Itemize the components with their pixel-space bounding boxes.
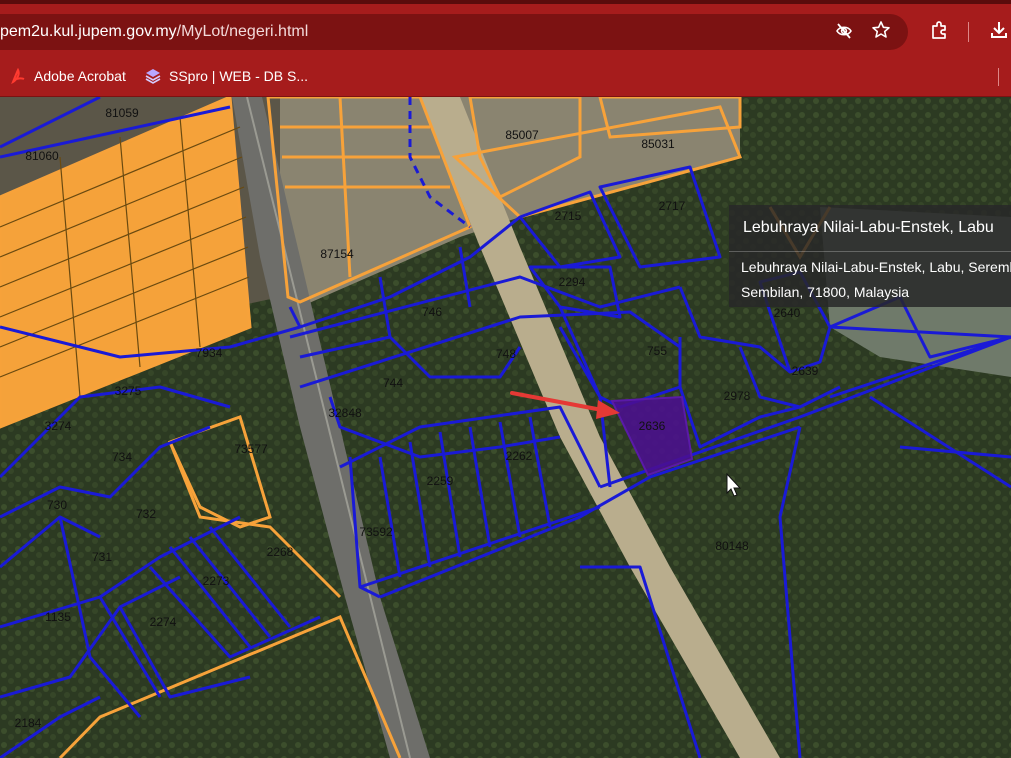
lot-label-2268: 2268 xyxy=(267,545,294,559)
lot-label-2274: 2274 xyxy=(150,615,177,629)
lot-label-7934: 7934 xyxy=(196,346,223,360)
lot-label-87154: 87154 xyxy=(320,247,354,261)
url-text[interactable]: pem2u.kul.jupem.gov.my/MyLot/negeri.html xyxy=(0,23,308,41)
bookmark-label: SSpro | WEB - DB S... xyxy=(169,68,309,84)
lot-label-734: 734 xyxy=(112,450,132,464)
lot-label-2273: 2273 xyxy=(203,574,230,588)
sspro-icon xyxy=(145,68,161,84)
lot-label-81059: 81059 xyxy=(105,106,139,120)
url-path: /MyLot/negeri.html xyxy=(176,23,309,40)
extension-icon[interactable] xyxy=(929,20,949,44)
lot-label-2978: 2978 xyxy=(724,389,751,403)
lot-label-2262: 2262 xyxy=(506,449,533,463)
lot-label-2639: 2639 xyxy=(792,364,819,378)
lot-label-2294: 2294 xyxy=(559,275,586,289)
browser-toolbar: pem2u.kul.jupem.gov.my/MyLot/negeri.html xyxy=(0,4,1011,56)
lot-label-1135: 1135 xyxy=(45,610,71,624)
bookmark-label: Adobe Acrobat xyxy=(34,68,126,84)
lot-label-81060: 81060 xyxy=(25,149,59,163)
address-bar[interactable]: pem2u.kul.jupem.gov.my/MyLot/negeri.html xyxy=(0,14,908,50)
url-host: pem2u.kul.jupem.gov.my xyxy=(0,23,177,40)
lot-label-730: 730 xyxy=(47,498,67,512)
tooltip-address-line2: Sembilan, 71800, Malaysia xyxy=(741,284,910,300)
cadastral-map[interactable]: 81059 81060 85007 85031 2715 2717 87154 2294 746… xyxy=(0,97,1011,758)
lot-label-3275: 3275 xyxy=(115,384,142,398)
lot-label-755: 755 xyxy=(647,344,667,358)
lot-label-748: 748 xyxy=(496,347,516,361)
tooltip-title: Lebuhraya Nilai-Labu-Enstek, Labu xyxy=(743,219,994,236)
acrobat-icon xyxy=(10,67,26,85)
lot-label-2715: 2715 xyxy=(555,209,582,223)
lot-label-3274: 3274 xyxy=(45,419,72,433)
lot-label-32848: 32848 xyxy=(328,406,362,420)
lot-label-744: 744 xyxy=(383,376,403,390)
tooltip-divider xyxy=(729,251,1011,252)
bookmarks-divider xyxy=(998,68,999,86)
lot-label-2636: 2636 xyxy=(639,419,666,433)
lot-label-2640: 2640 xyxy=(774,306,801,320)
lot-label-85031: 85031 xyxy=(641,137,675,151)
lot-label-85007: 85007 xyxy=(505,128,539,142)
tooltip-address-line1: Lebuhraya Nilai-Labu-Enstek, Labu, Serem… xyxy=(741,259,1011,275)
star-icon[interactable] xyxy=(871,20,891,44)
eye-off-icon[interactable] xyxy=(835,22,853,44)
toolbar-divider xyxy=(968,22,969,42)
bookmark-sspro[interactable]: SSpro | WEB - DB S... xyxy=(145,66,308,86)
lot-label-2184: 2184 xyxy=(15,716,42,730)
bookmarks-bar: Adobe Acrobat SSpro | WEB - DB S... xyxy=(0,56,1011,97)
lot-label-73592: 73592 xyxy=(359,525,393,539)
location-tooltip: Lebuhraya Nilai-Labu-Enstek, Labu Lebuhr… xyxy=(729,205,1011,307)
bookmark-adobe-acrobat[interactable]: Adobe Acrobat xyxy=(10,66,126,86)
lot-label-746: 746 xyxy=(422,305,442,319)
download-icon[interactable] xyxy=(989,20,1009,44)
lot-label-80148: 80148 xyxy=(715,539,749,553)
lot-label-2717: 2717 xyxy=(659,199,686,213)
lot-label-2259: 2259 xyxy=(427,474,454,488)
lot-label-732: 732 xyxy=(136,507,156,521)
lot-label-73577: 73577 xyxy=(234,442,268,456)
lot-label-731: 731 xyxy=(92,550,112,564)
